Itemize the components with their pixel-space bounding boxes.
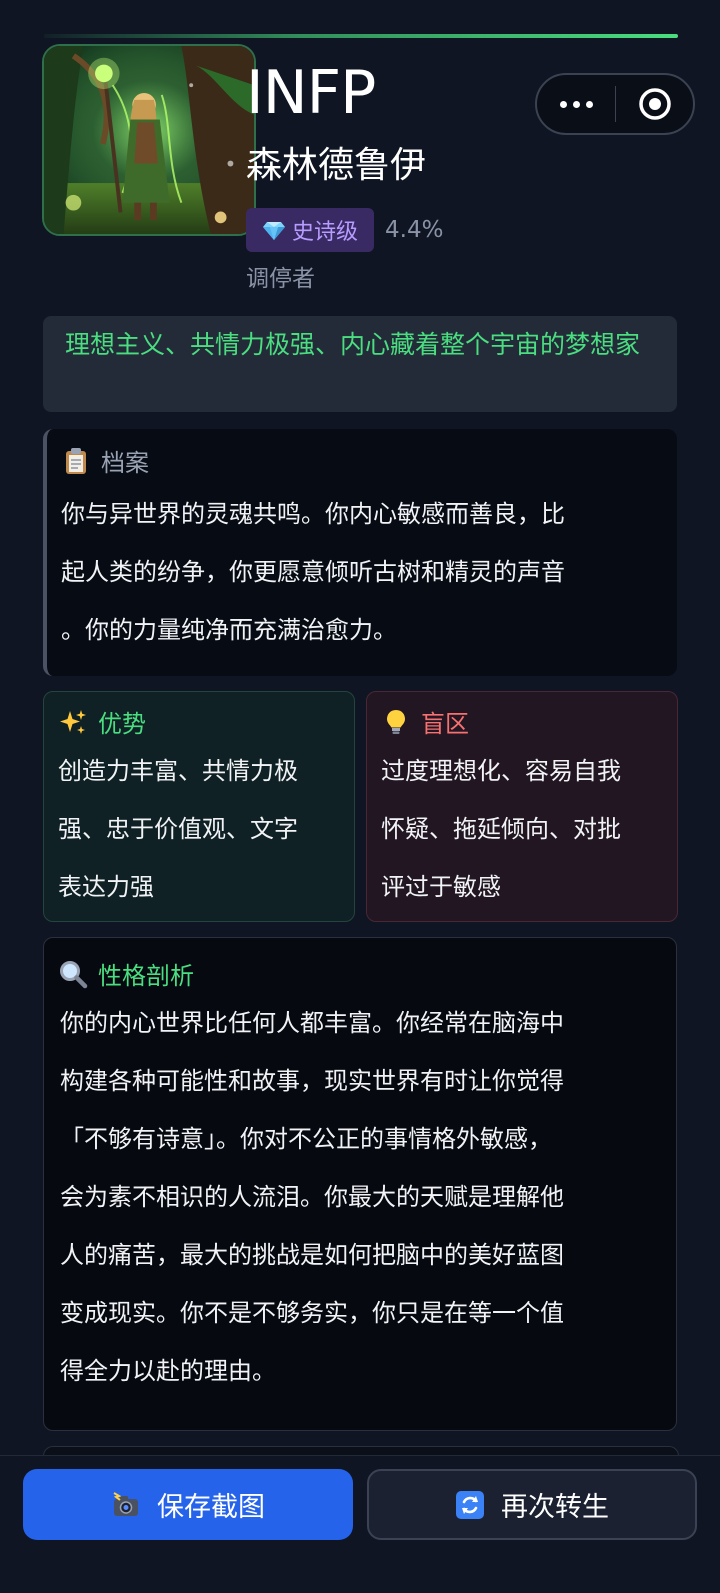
blindspots-line: 过度理想化、容易自我 — [381, 757, 621, 785]
strengths-card: 优势 创造力丰富、共情力极 强、忠于价值观、文字 表达力强 — [43, 691, 355, 922]
analysis-line: 得全力以赴的理由。 — [60, 1357, 276, 1385]
analysis-text: 你的内心世界比任何人都丰富。你经常在脑海中 构建各种可能性和故事，现实世界有时让… — [60, 994, 564, 1400]
save-screenshot-button[interactable]: 保存截图 — [23, 1469, 353, 1540]
blindspots-line: 评过于敏感 — [381, 873, 501, 901]
blindspots-card: 盲区 过度理想化、容易自我 怀疑、拖延倾向、对批 评过于敏感 — [366, 691, 678, 922]
strengths-line: 强、忠于价值观、文字 — [58, 815, 298, 843]
more-dots-icon[interactable] — [537, 75, 615, 133]
lightbulb-icon — [387, 709, 405, 734]
analysis-line: 「不够有诗意」。你对不公正的事情格外敏感， — [60, 1125, 552, 1153]
analysis-line: 人的痛苦，最大的挑战是如何把脑中的美好蓝图 — [60, 1241, 564, 1269]
accent-divider — [44, 34, 678, 38]
profile-header: 档案 — [61, 443, 149, 478]
refresh-icon — [456, 1490, 484, 1519]
character-avatar — [42, 44, 256, 236]
tagline: 理想主义、共情力极强、内心藏着整个宇宙的梦想家 — [43, 316, 677, 412]
profile-card: 档案 你与异世界的灵魂共鸣。你内心敏感而善良，比 起人类的纷争，你更愿意倾听古树… — [43, 429, 677, 676]
blindspots-text: 过度理想化、容易自我 怀疑、拖延倾向、对批 评过于敏感 — [381, 742, 621, 916]
analysis-header: 性格剖析 — [58, 956, 194, 991]
rarity-percent: 4.4% — [385, 217, 444, 243]
target-close-icon[interactable] — [616, 75, 693, 133]
sparkles-icon — [60, 709, 86, 734]
strengths-header: 优势 — [58, 704, 146, 739]
analysis-line: 会为素不相识的人流泪。你最大的天赋是理解他 — [60, 1183, 564, 1211]
strengths-text: 创造力丰富、共情力极 强、忠于价值观、文字 表达力强 — [58, 742, 298, 916]
analysis-card: 性格剖析 你的内心世界比任何人都丰富。你经常在脑海中 构建各种可能性和故事，现实… — [43, 937, 677, 1431]
personality-type-code: INFP — [246, 58, 376, 128]
save-button-label: 保存截图 — [157, 1492, 265, 1523]
profile-line: 你与异世界的灵魂共鸣。你内心敏感而善良，比 — [61, 500, 565, 528]
rarity-label: 史诗级 — [291, 220, 358, 245]
blindspots-line: 怀疑、拖延倾向、对批 — [381, 815, 621, 843]
analysis-line: 你的内心世界比任何人都丰富。你经常在脑海中 — [60, 1009, 564, 1037]
character-class-name: 森林德鲁伊 — [246, 145, 427, 186]
clipboard-icon — [66, 447, 86, 474]
magnifier-icon — [60, 960, 88, 988]
profile-line: 。你的力量纯净而充满治愈力。 — [61, 616, 397, 644]
miniprogram-capsule — [535, 73, 695, 135]
strengths-title: 优势 — [98, 710, 146, 738]
profile-line: 起人类的纷争，你更愿意倾听古树和精灵的声音 — [61, 558, 565, 586]
analysis-title: 性格剖析 — [98, 962, 194, 990]
analysis-line: 变成现实。你不是不够务实，你只是在等一个值 — [60, 1299, 564, 1327]
rarity-badge: 史诗级 — [246, 208, 374, 252]
profile-title: 档案 — [101, 449, 149, 477]
rebirth-button[interactable]: 再次转生 — [367, 1469, 697, 1540]
strengths-line: 创造力丰富、共情力极 — [58, 757, 298, 785]
rebirth-button-label: 再次转生 — [501, 1492, 609, 1523]
strengths-line: 表达力强 — [58, 873, 154, 901]
camera-flash-icon — [113, 1491, 138, 1516]
diamond-icon — [262, 222, 285, 240]
blindspots-title: 盲区 — [421, 710, 469, 738]
profile-text: 你与异世界的灵魂共鸣。你内心敏感而善良，比 起人类的纷争，你更愿意倾听古树和精灵… — [61, 485, 565, 659]
blindspots-header: 盲区 — [381, 704, 469, 739]
analysis-line: 构建各种可能性和故事，现实世界有时让你觉得 — [60, 1067, 564, 1095]
role-name: 调停者 — [246, 266, 315, 292]
